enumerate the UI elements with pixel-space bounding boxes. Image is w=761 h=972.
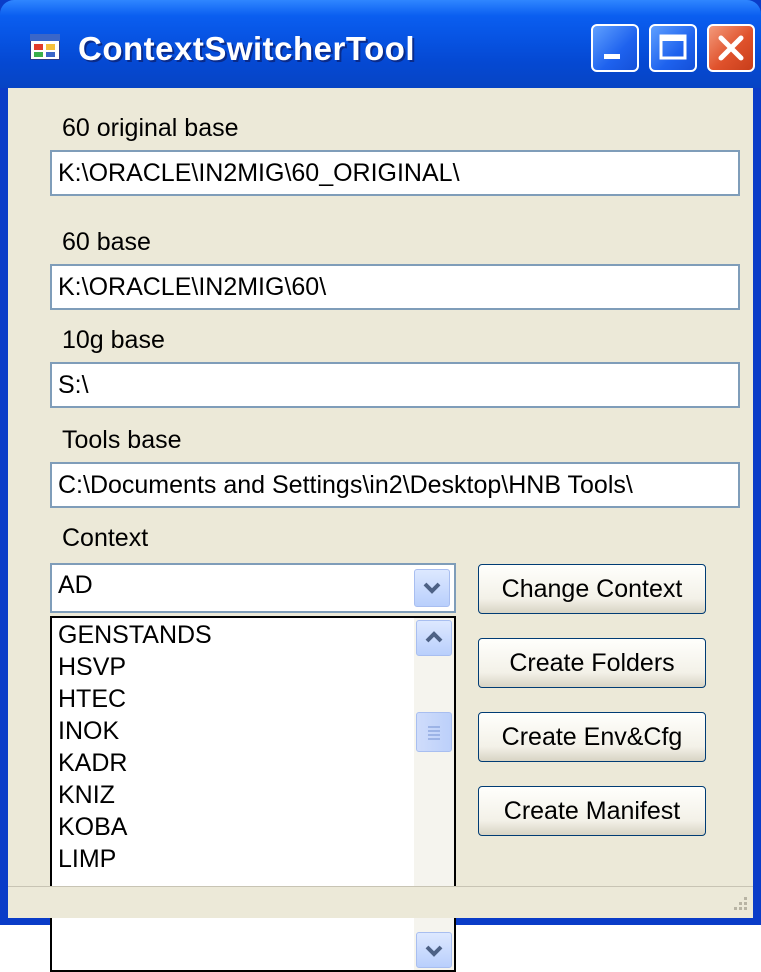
window-title: ContextSwitcherTool bbox=[78, 30, 416, 67]
create-env-cfg-button[interactable]: Create Env&Cfg bbox=[478, 712, 706, 762]
context-select[interactable]: AD bbox=[50, 563, 456, 613]
resize-grip-icon[interactable] bbox=[729, 894, 749, 914]
scroll-down-button[interactable] bbox=[416, 932, 452, 968]
chevron-down-icon bbox=[425, 945, 443, 957]
context-dropdown-list[interactable]: GENSTANDS HSVP HTEC INOK KADR KNIZ KOBA … bbox=[50, 616, 456, 972]
scroll-thumb[interactable] bbox=[416, 712, 452, 752]
chevron-up-icon bbox=[425, 631, 443, 643]
context-label: Context bbox=[62, 524, 149, 552]
minimize-icon bbox=[604, 54, 620, 59]
list-item[interactable]: KNIZ bbox=[58, 780, 115, 810]
chevron-down-icon bbox=[423, 582, 441, 594]
grip-lines-icon bbox=[428, 726, 440, 740]
create-folders-button[interactable]: Create Folders bbox=[478, 638, 706, 688]
create-manifest-button[interactable]: Create Manifest bbox=[478, 786, 706, 836]
minimize-button[interactable] bbox=[591, 24, 639, 72]
list-item[interactable]: HSVP bbox=[58, 652, 126, 682]
status-bar bbox=[8, 886, 753, 918]
tools-base-input[interactable]: C:\Documents and Settings\in2\Desktop\HN… bbox=[50, 462, 740, 508]
base-60-label: 60 base bbox=[62, 228, 151, 256]
list-item[interactable]: INOK bbox=[58, 716, 119, 746]
list-item[interactable]: HTEC bbox=[58, 684, 126, 714]
client-area: 60 original base K:\ORACLE\IN2MIG\60_ORI… bbox=[8, 88, 753, 972]
original-base-label: 60 original base bbox=[62, 114, 239, 142]
maximize-icon bbox=[659, 34, 687, 60]
dropdown-toggle-button[interactable] bbox=[414, 569, 450, 607]
maximize-button[interactable] bbox=[649, 24, 697, 72]
original-base-input[interactable]: K:\ORACLE\IN2MIG\60_ORIGINAL\ bbox=[50, 150, 740, 196]
change-context-button[interactable]: Change Context bbox=[478, 564, 706, 614]
base-10g-input[interactable]: S:\ bbox=[50, 362, 740, 408]
context-selected-value: AD bbox=[58, 571, 93, 599]
close-icon bbox=[718, 35, 744, 61]
list-item[interactable]: LIMP bbox=[58, 844, 116, 874]
tools-base-label: Tools base bbox=[62, 426, 182, 454]
app-icon bbox=[30, 34, 60, 60]
list-item[interactable]: KADR bbox=[58, 748, 127, 778]
list-item[interactable]: GENSTANDS bbox=[58, 620, 212, 650]
scroll-up-button[interactable] bbox=[416, 620, 452, 656]
base-60-input[interactable]: K:\ORACLE\IN2MIG\60\ bbox=[50, 264, 740, 310]
list-item[interactable]: KOBA bbox=[58, 812, 127, 842]
title-bar[interactable]: ContextSwitcherTool bbox=[0, 0, 761, 88]
close-button[interactable] bbox=[707, 24, 755, 72]
base-10g-label: 10g base bbox=[62, 326, 165, 354]
app-window: ContextSwitcherTool 60 original base K:\… bbox=[0, 0, 761, 972]
